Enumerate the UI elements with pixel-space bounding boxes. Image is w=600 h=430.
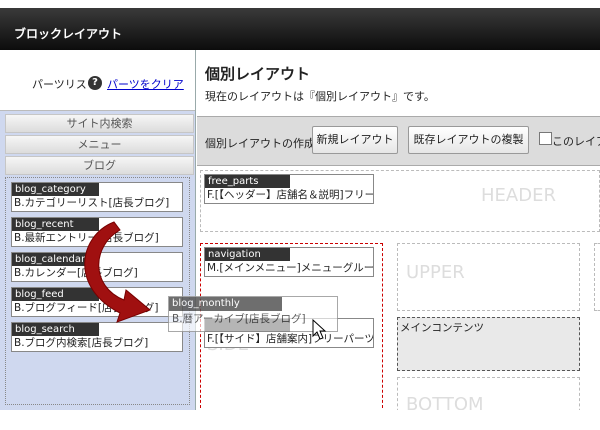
window-titlebar: ブロックレイアウト: [0, 0, 600, 50]
part-tag: blog_monthly: [169, 297, 282, 311]
help-icon[interactable]: ?: [88, 76, 102, 90]
upper-zone-label: UPPER: [406, 262, 465, 283]
page-subtitle: 現在のレイアウトは『個別レイアウト』です。: [205, 90, 435, 103]
upper-zone-right: [594, 243, 600, 311]
placed-navigation[interactable]: navigation M.[メインメニュー]メニューグループ: [204, 247, 374, 277]
part-desc: F.[【サイド】店舗案内]フリーパーツ: [207, 333, 373, 345]
layout-toolbar: 個別レイアウトの作成 新規レイアウト 既存レイアウトの複製 このレイアウト: [197, 116, 600, 166]
accordion-site-search[interactable]: サイト内検索: [5, 114, 194, 133]
toolbar-label: 個別レイアウトの作成: [205, 137, 315, 150]
part-desc: M.[メインメニュー]メニューグループ: [207, 262, 373, 274]
main-content-label: メインコンテンツ: [400, 322, 484, 334]
part-desc: B.カテゴリーリスト[店長ブログ]: [14, 197, 170, 209]
new-layout-button[interactable]: 新規レイアウト: [312, 126, 398, 154]
upper-zone[interactable]: UPPER: [397, 243, 580, 311]
part-desc: F.[【ヘッダー】店舗名＆説明]フリー/: [207, 189, 373, 201]
clear-parts-link[interactable]: パーツをクリア: [107, 76, 184, 92]
copy-layout-button[interactable]: 既存レイアウトの複製: [408, 126, 529, 154]
header-zone-label: HEADER: [481, 185, 556, 206]
part-tag: blog_category: [12, 183, 99, 196]
part-tag: free_parts: [205, 175, 290, 188]
main-content-zone[interactable]: メインコンテンツ: [397, 317, 580, 371]
part-desc: B.ブログ内検索[店長ブログ]: [14, 337, 149, 349]
part-blog-category[interactable]: blog_category B.カテゴリーリスト[店長ブログ]: [11, 182, 183, 212]
placed-free-parts[interactable]: free_parts F.[【ヘッダー】店舗名＆説明]フリー/: [204, 174, 374, 204]
window-title: ブロックレイアウト: [14, 27, 123, 41]
accordion-blog[interactable]: ブログ: [5, 156, 194, 175]
mouse-cursor-icon: [312, 319, 327, 340]
layout-checkbox[interactable]: [539, 132, 552, 145]
part-tag: navigation: [205, 248, 290, 261]
parts-header: パーツリスト ? パーツをクリア: [0, 50, 195, 111]
bottom-margin: [0, 410, 600, 430]
drag-arrow-icon: [84, 221, 151, 323]
page-title: 個別レイアウト: [205, 65, 311, 83]
layout-checkbox-label: このレイアウト: [552, 135, 600, 148]
accordion-menu[interactable]: メニュー: [5, 135, 194, 154]
